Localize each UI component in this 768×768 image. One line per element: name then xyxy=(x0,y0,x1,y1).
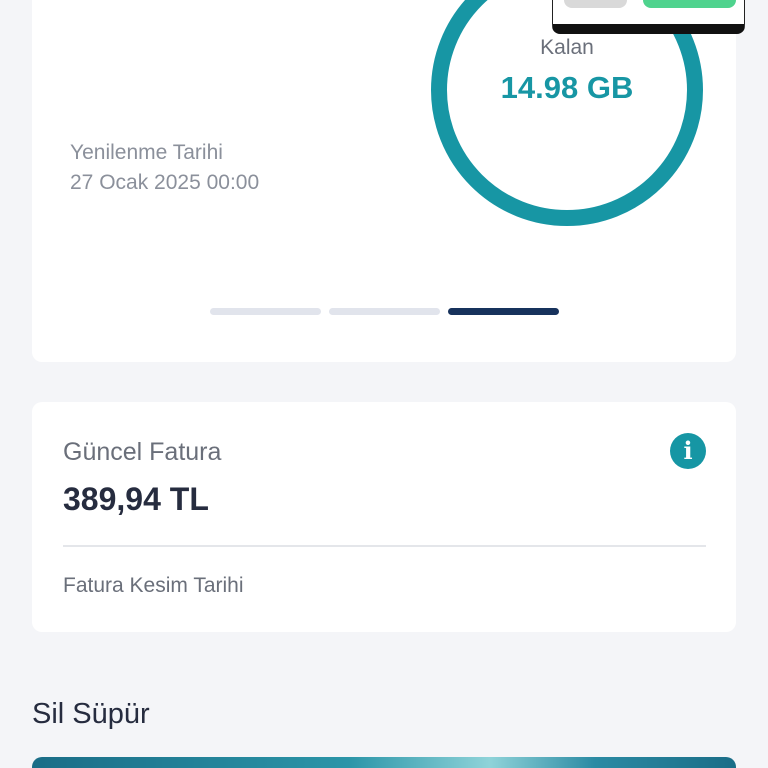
promo-banner[interactable] xyxy=(32,757,736,768)
popup-cancel-button[interactable] xyxy=(564,0,627,8)
data-usage-card[interactable]: Yenilenme Tarihi 27 Ocak 2025 00:00 Kala… xyxy=(32,0,736,362)
renewal-info: Yenilenme Tarihi 27 Ocak 2025 00:00 xyxy=(70,138,259,198)
popup-confirm-button[interactable] xyxy=(643,0,736,8)
remaining-label: Kalan xyxy=(540,36,594,59)
invoice-amount: 389,94 TL xyxy=(63,481,209,517)
ring-graphic xyxy=(431,0,703,226)
app-screen: Yenilenme Tarihi 27 Ocak 2025 00:00 Kala… xyxy=(0,0,768,768)
overlay-popup xyxy=(552,0,745,34)
remaining-value: 14.98 GB xyxy=(500,70,634,105)
info-icon[interactable]: i xyxy=(670,433,706,469)
pager-dot-2[interactable] xyxy=(329,308,440,315)
invoice-divider xyxy=(63,545,706,547)
section-title: Sil Süpür xyxy=(32,698,150,730)
renewal-date: 27 Ocak 2025 00:00 xyxy=(70,171,260,194)
invoice-cut-date-label: Fatura Kesim Tarihi xyxy=(63,574,244,597)
renewal-label: Yenilenme Tarihi xyxy=(70,141,223,164)
current-invoice-card[interactable]: Güncel Fatura 389,94 TL i Fatura Kesim T… xyxy=(32,402,736,632)
pager-dot-1[interactable] xyxy=(210,308,321,315)
pager-dot-3-active[interactable] xyxy=(448,308,559,315)
invoice-title: Güncel Fatura xyxy=(63,438,222,466)
remaining-data-ring: Kalan 14.98 GB xyxy=(429,0,705,228)
carousel-pager xyxy=(210,308,559,315)
